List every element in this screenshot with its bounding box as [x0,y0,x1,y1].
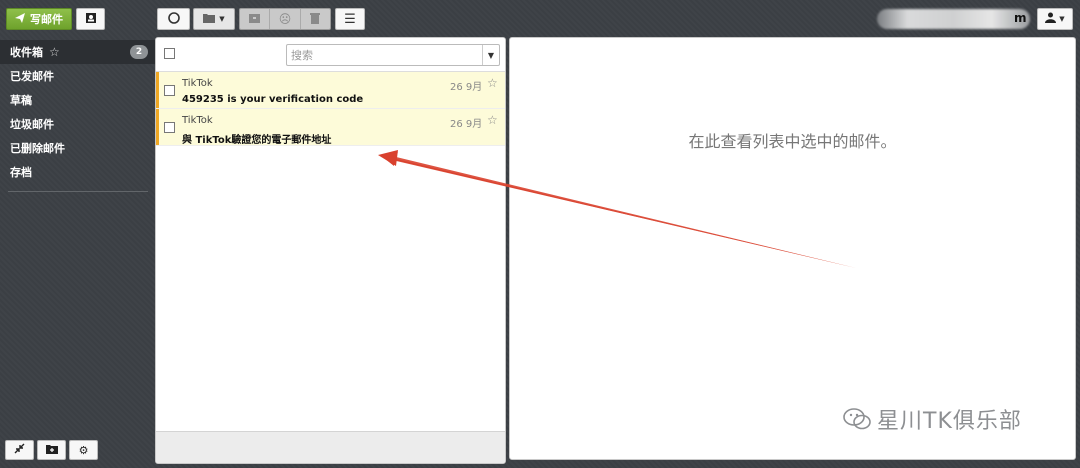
search-input[interactable]: 搜索 [287,47,482,63]
paper-plane-icon [15,12,25,26]
reading-pane: 在此查看列表中选中的邮件。 [509,37,1076,460]
trash-icon [310,12,321,27]
sidebar-item-sent[interactable]: 已发邮件 [0,64,155,88]
watermark-text: 星川TK俱乐部 [877,409,1022,434]
delete-button[interactable] [301,9,330,29]
move-to-folder-button[interactable]: ▼ [193,8,235,30]
message-date: 26 9月 [450,82,483,93]
compose-label: 写邮件 [30,13,63,26]
chevron-down-icon: ▼ [219,15,225,23]
collapse-button[interactable] [5,440,34,460]
message-row[interactable]: TikTok 459235 is your verification code … [156,72,505,109]
add-folder-button[interactable] [37,440,66,460]
sidebar-item-label: 草稿 [10,94,32,107]
refresh-icon [167,11,181,28]
message-subject: 與 TikTok驗證您的電子郵件地址 [182,135,332,146]
sidebar-item-label: 收件箱 [10,46,43,59]
message-list-footer [156,431,505,463]
message-actions-group: ☹ [239,8,331,30]
chevron-down-icon: ▼ [1059,15,1065,23]
folder-icon [203,13,216,26]
folder-sidebar: 收件箱 ☆ 2 已发邮件 草稿 垃圾邮件 已删除邮件 存档 [0,40,155,190]
star-outline-icon[interactable]: ☆ [487,113,498,127]
star-outline-icon[interactable]: ☆ [49,45,60,59]
archive-button[interactable] [240,9,271,29]
sidebar-item-drafts[interactable]: 草稿 [0,88,155,112]
search-box[interactable]: 搜索 ▼ [286,44,500,66]
hamburger-icon: ☰ [344,11,356,27]
mark-spam-button[interactable]: ☹ [270,9,301,29]
settings-button[interactable]: ⚙ [69,440,98,460]
archive-icon [249,12,261,26]
sidebar-divider [8,191,148,192]
contact-card-icon [85,12,97,27]
message-date: 26 9月 [450,119,483,130]
message-list-header: 搜索 ▼ [156,38,505,72]
wechat-icon [843,408,871,430]
sidebar-item-trash[interactable]: 已删除邮件 [0,136,155,160]
star-outline-icon[interactable]: ☆ [487,76,498,90]
select-all-checkbox[interactable] [164,48,175,59]
sidebar-item-label: 已发邮件 [10,70,54,83]
sidebar-item-spam[interactable]: 垃圾邮件 [0,112,155,136]
message-checkbox[interactable] [164,122,175,133]
folder-plus-icon [45,444,58,457]
compose-button[interactable]: 写邮件 [6,8,72,30]
refresh-button[interactable] [157,8,190,30]
user-icon [1045,12,1057,26]
contacts-button[interactable] [76,8,105,30]
more-menu-button[interactable]: ☰ [335,8,365,30]
message-row[interactable]: TikTok 與 TikTok驗證您的電子郵件地址 26 9月 ☆ [156,109,505,146]
chevron-down-icon[interactable]: ▼ [482,45,499,65]
sidebar-bottom-toolbar: ⚙ [5,440,98,460]
top-toolbar: 写邮件 ▼ ☹ ☰ m ▼ [0,0,1080,36]
sidebar-item-label: 垃圾邮件 [10,118,54,131]
sidebar-item-inbox[interactable]: 收件箱 ☆ 2 [0,40,155,64]
account-name-blurred [877,9,1030,29]
message-subject: 459235 is your verification code [182,94,364,105]
collapse-arrows-icon [14,443,25,457]
message-list-panel: 搜索 ▼ TikTok 459235 is your verification … [155,37,506,464]
message-sender: TikTok [182,78,213,89]
unread-count-badge: 2 [130,45,148,59]
account-name-suffix: m [1014,11,1027,25]
sidebar-item-archive[interactable]: 存档 [0,160,155,184]
message-sender: TikTok [182,115,213,126]
reading-pane-placeholder: 在此查看列表中选中的邮件。 [688,132,897,151]
frown-icon: ☹ [278,12,292,26]
gear-icon: ⚙ [78,443,89,457]
user-menu-button[interactable]: ▼ [1037,8,1073,30]
sidebar-item-label: 已删除邮件 [10,142,65,155]
message-checkbox[interactable] [164,85,175,96]
sidebar-item-label: 存档 [10,166,32,179]
watermark: 星川TK俱乐部 [843,403,1022,435]
